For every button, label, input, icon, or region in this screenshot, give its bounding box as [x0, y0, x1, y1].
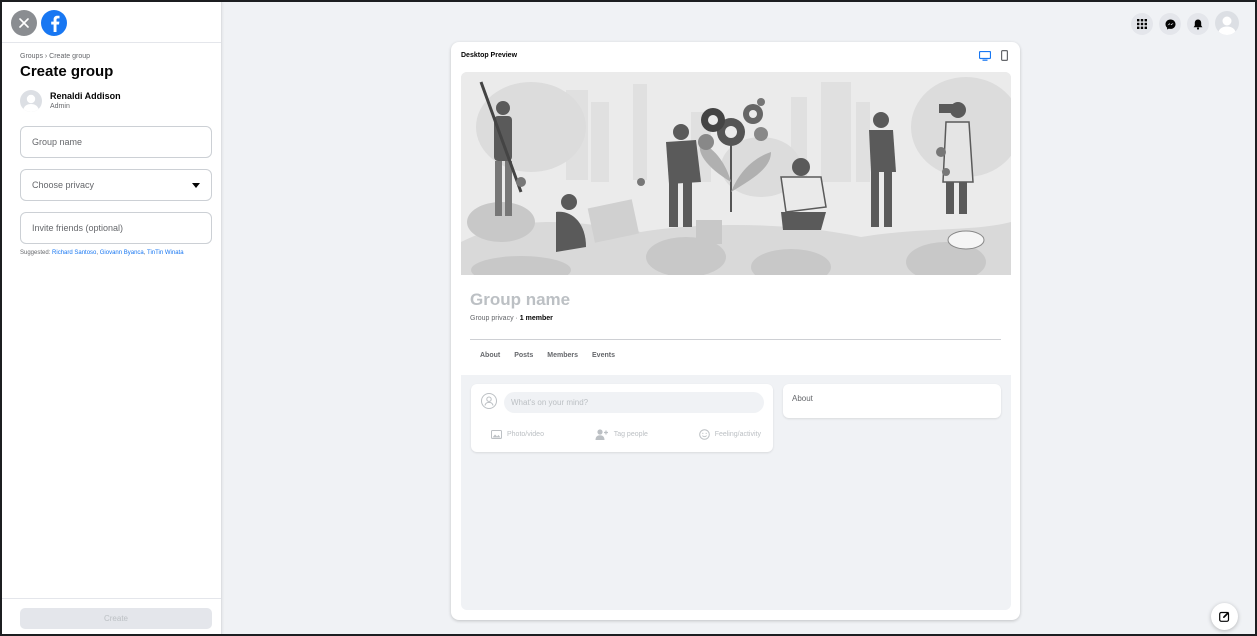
suggested-friend-link[interactable]: Richard Santoso [52, 250, 96, 256]
mobile-icon[interactable] [1001, 50, 1008, 61]
invite-friends-input[interactable] [32, 223, 200, 233]
preview-about-card: About [783, 384, 1001, 418]
menu-grid-icon [1137, 19, 1147, 29]
user-text: Renaldi Addison Admin [50, 91, 121, 112]
compose-edit-icon [1219, 611, 1230, 622]
avatar[interactable] [20, 90, 42, 112]
suggested-friends: Suggested: Richard Santoso, Giovann Byan… [20, 250, 184, 256]
facebook-f-icon [51, 15, 60, 32]
profile-avatar[interactable] [1215, 11, 1239, 35]
tag-people-icon [595, 429, 608, 440]
group-header-divider [470, 339, 1001, 340]
composer-input: What's on your mind? [504, 392, 764, 413]
group-header: Group name Group privacy · 1 member Abou… [461, 275, 1011, 375]
facebook-logo[interactable] [41, 10, 67, 36]
close-icon [19, 18, 29, 28]
preview-privacy-text: Group privacy · [470, 315, 520, 322]
tag-people-label: Tag people [613, 431, 648, 438]
about-card-title: About [792, 394, 813, 403]
new-message-button[interactable] [1211, 603, 1238, 630]
default-avatar-icon [23, 94, 39, 112]
user-outline-icon [484, 396, 494, 406]
composer-actions: Photo/video Tag people Feeling/activity [491, 429, 761, 440]
cover-illustration [461, 72, 1011, 275]
composer-action-photo: Photo/video [491, 429, 544, 440]
create-button[interactable]: Create [20, 608, 212, 629]
messenger-icon [1165, 19, 1175, 29]
composer-action-tag: Tag people [595, 429, 648, 440]
privacy-placeholder: Choose privacy [32, 180, 95, 190]
suggested-friend-link[interactable]: TinTin Winata [147, 250, 184, 256]
preview-device-toggle [979, 50, 1008, 61]
admin-user: Renaldi Addison Admin [20, 90, 121, 112]
feeling-smiley-icon [698, 429, 710, 440]
create-group-sidebar: Groups › Create group Create group Renal… [2, 2, 222, 634]
caret-down-icon [192, 182, 200, 188]
notifications-button[interactable] [1187, 13, 1209, 35]
profile-avatar-icon [1218, 16, 1236, 35]
composer-action-feeling: Feeling/activity [698, 429, 761, 440]
preview-content: Group name Group privacy · 1 member Abou… [461, 72, 1011, 610]
group-name-field[interactable] [20, 126, 212, 158]
suggested-label: Suggested: [20, 250, 53, 256]
messenger-button[interactable] [1159, 13, 1181, 35]
desktop-preview-card: Desktop Preview Group name Group privacy… [451, 42, 1020, 620]
group-name-input[interactable] [32, 137, 200, 147]
sidebar-bottom-divider [2, 598, 221, 599]
photo-video-icon [491, 430, 502, 439]
sidebar-top-icons [11, 10, 67, 36]
composer-avatar [481, 393, 497, 409]
photo-video-label: Photo/video [507, 431, 544, 438]
tab-about[interactable]: About [480, 352, 500, 359]
close-button[interactable] [11, 10, 37, 36]
feeling-activity-label: Feeling/activity [714, 431, 761, 438]
breadcrumb[interactable]: Groups › Create group [20, 53, 90, 60]
privacy-select[interactable]: Choose privacy [20, 169, 212, 201]
menu-button[interactable] [1131, 13, 1153, 35]
preview-group-name: Group name [470, 290, 571, 309]
preview-label: Desktop Preview [461, 52, 518, 59]
preview-member-count: 1 member [519, 315, 553, 322]
suggested-friend-link[interactable]: Giovann Byanca [100, 250, 144, 256]
user-role: Admin [50, 102, 70, 110]
user-name: Renaldi Addison [50, 90, 121, 101]
page-title: Create group [20, 63, 114, 80]
tab-events[interactable]: Events [592, 352, 615, 359]
tab-posts[interactable]: Posts [514, 352, 533, 359]
preview-group-tabs: About Posts Members Events [480, 352, 615, 359]
notifications-bell-icon [1193, 19, 1203, 30]
tab-members[interactable]: Members [547, 352, 578, 359]
invite-friends-field[interactable] [20, 212, 212, 244]
desktop-icon[interactable] [979, 50, 991, 61]
preview-composer-card: What's on your mind? Photo/video Tag peo… [471, 384, 773, 452]
preview-group-meta: Group privacy · 1 member [470, 315, 553, 322]
sidebar-divider [2, 42, 221, 43]
